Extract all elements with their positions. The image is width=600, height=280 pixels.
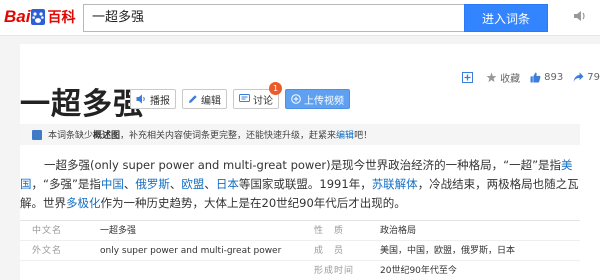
- info-value: 政治格局: [380, 226, 417, 236]
- link-multipolarity[interactable]: 多极化: [66, 196, 101, 210]
- add-button[interactable]: [462, 72, 476, 83]
- info-key: 中文名: [32, 226, 63, 236]
- speaker-icon[interactable]: [572, 8, 600, 28]
- summary-text: ，“多强”是指: [31, 177, 101, 191]
- favorite-button[interactable]: 收藏: [486, 70, 520, 85]
- star-icon: [486, 72, 497, 83]
- link-russia[interactable]: 俄罗斯: [135, 177, 170, 191]
- info-value: 20世纪90年代至今: [380, 266, 457, 276]
- notice-text-2: ，补充相关内容使词条更完整，还能快速升级，赶紧来: [120, 131, 337, 141]
- top-bar: Bai 百科 一超多强 进入词条: [0, 0, 600, 36]
- baidu-baike-logo[interactable]: Bai 百科: [4, 6, 75, 28]
- summary-text: 、: [123, 177, 136, 191]
- page-title: 一超多强: [20, 87, 144, 122]
- speaker-icon: [136, 94, 145, 104]
- entry-tools: 收藏 893 79: [452, 70, 600, 85]
- upload-video-label: 上传视频: [304, 95, 344, 107]
- info-row: 形成时间 20世纪90年代至今: [20, 261, 580, 280]
- info-value: only super power and multi-great power: [100, 246, 282, 256]
- discuss-badge: 1: [269, 82, 282, 95]
- search-input[interactable]: 一超多强: [83, 4, 465, 32]
- notice-bold: 概述图: [93, 131, 121, 141]
- favorite-label: 收藏: [500, 74, 521, 85]
- summary-text: 、: [169, 177, 182, 191]
- share-icon: [573, 72, 584, 82]
- info-key: 外文名: [32, 246, 63, 256]
- thumbs-up-icon: [530, 72, 541, 83]
- pencil-icon: [189, 95, 197, 103]
- link-eu[interactable]: 欧盟: [181, 177, 204, 191]
- share-button[interactable]: 79: [573, 72, 600, 83]
- upload-video-button[interactable]: 上传视频: [285, 89, 350, 109]
- info-key: 成 员: [314, 246, 345, 256]
- paw-icon: [31, 9, 46, 25]
- info-key: 性 质: [314, 226, 345, 236]
- comment-icon: [239, 94, 250, 102]
- plus-square-icon: [462, 72, 474, 83]
- like-count: 893: [544, 72, 564, 83]
- info-row: 外文名 only super power and multi-great pow…: [20, 241, 580, 261]
- info-row: 中文名 一超多强 性 质 政治格局: [20, 221, 580, 241]
- link-japan[interactable]: 日本: [216, 177, 239, 191]
- share-count: 79: [587, 72, 600, 83]
- entry-card: 收藏 893 79 一超多强 播报 编辑 讨论 1 上传视频 本词条缺少 概述图…: [20, 44, 600, 280]
- play-label: 播报: [150, 95, 170, 107]
- logo-text: Bai: [4, 7, 31, 26]
- edit-icon: [32, 129, 42, 140]
- info-value: 美国，中国，欧盟，俄罗斯，日本: [380, 246, 516, 256]
- link-china[interactable]: 中国: [101, 177, 124, 191]
- play-audio-button[interactable]: 播报: [130, 89, 176, 109]
- discuss-button[interactable]: 讨论 1: [233, 82, 282, 109]
- summary-text: 作为一种历史趋势，大体上是在20世纪90年代后才出现的。: [100, 196, 406, 210]
- search-button[interactable]: 进入词条: [464, 4, 548, 32]
- edit-label: 编辑: [201, 95, 221, 107]
- notice-edit-link[interactable]: 编辑: [336, 128, 354, 141]
- notice-text-3: 吧！: [354, 131, 373, 141]
- missing-summary-notice: 本词条缺少 概述图 ，补充相关内容使词条更完整，还能快速升级，赶紧来 编辑 吧！: [20, 124, 580, 145]
- logo-baike-text: 百科: [47, 10, 76, 26]
- summary-text: 一超多强(only super power and multi-great po…: [44, 158, 562, 172]
- info-value: 一超多强: [100, 226, 137, 236]
- basic-info-table: 中文名 一超多强 性 质 政治格局 外文名 only super power a…: [20, 220, 580, 280]
- plus-circle-icon: [291, 94, 301, 104]
- discuss-label: 讨论: [253, 95, 273, 107]
- link-soviet-dissolution[interactable]: 苏联解体: [372, 177, 418, 191]
- summary-text: 等国家或联盟。1991年，: [238, 177, 372, 191]
- summary-text: 、: [204, 177, 216, 191]
- edit-button[interactable]: 编辑: [182, 89, 227, 109]
- info-key: 形成时间: [314, 266, 355, 276]
- entry-summary: 一超多强(only super power and multi-great po…: [20, 156, 595, 213]
- notice-text-1: 本词条缺少: [48, 131, 94, 141]
- like-button[interactable]: 893: [530, 72, 563, 83]
- entry-action-buttons: 播报 编辑 讨论 1 上传视频: [130, 82, 356, 109]
